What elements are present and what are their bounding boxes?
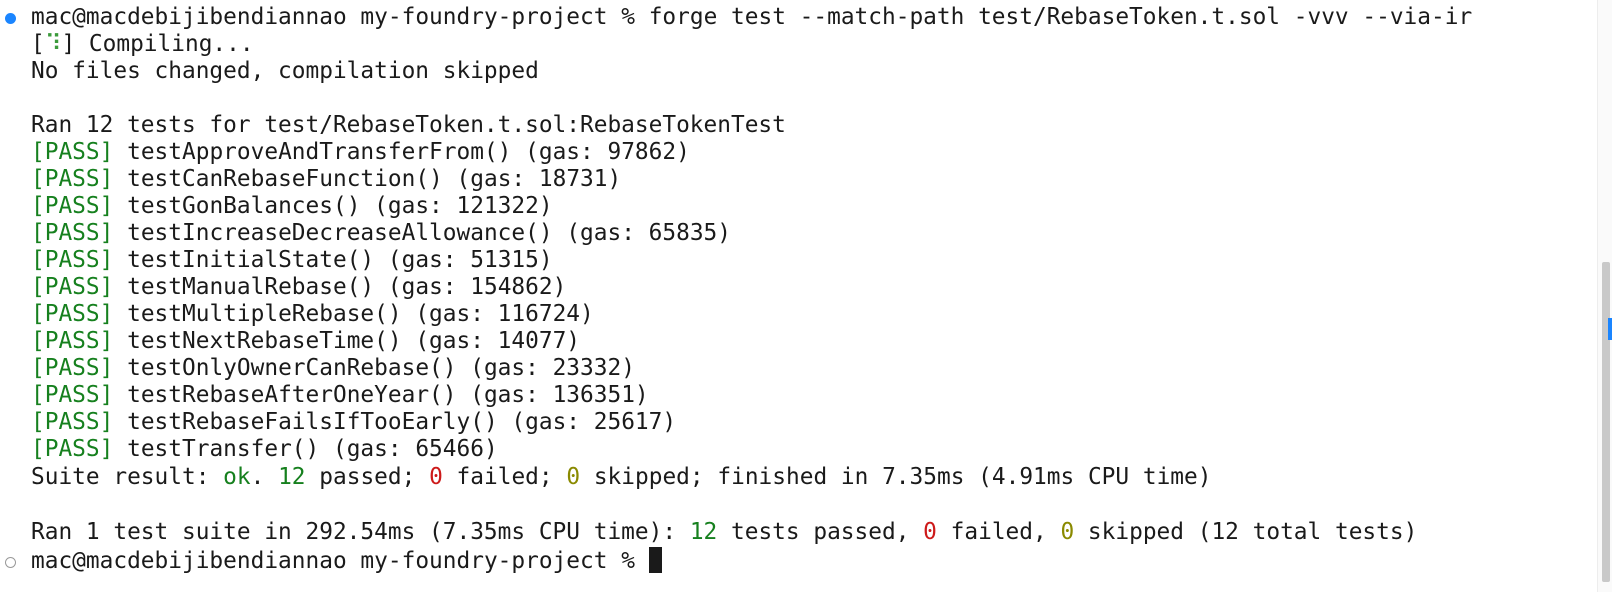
- suite-failed-count: 0: [429, 464, 443, 490]
- compiling-line: [⠹] Compiling...: [31, 31, 254, 57]
- prompt-directory: my-foundry-project: [360, 548, 608, 574]
- summary-skipped-label: skipped (12 total tests): [1087, 519, 1418, 545]
- test-status: [PASS]: [31, 166, 114, 192]
- test-gas: (gas: 65835): [566, 220, 732, 246]
- test-gas: (gas: 65466): [332, 436, 498, 462]
- suite-result-ok: ok: [223, 464, 251, 490]
- suite-passed-count: 12: [278, 464, 306, 490]
- test-name: testTransfer(): [127, 436, 320, 462]
- prompt-symbol: %: [621, 4, 635, 30]
- suite-failed-label: failed;: [456, 464, 553, 490]
- test-name: testOnlyOwnerCanRebase(): [127, 355, 457, 381]
- test-status: [PASS]: [31, 274, 114, 300]
- test-result-line: [PASS] testRebaseFailsIfTooEarly() (gas:…: [31, 409, 676, 436]
- test-gas: (gas: 121322): [374, 193, 553, 219]
- test-result-line: [PASS] testCanRebaseFunction() (gas: 187…: [31, 166, 621, 193]
- scrollbar-thumb[interactable]: [1602, 262, 1610, 582]
- test-result-line: [PASS] testInitialState() (gas: 51315): [31, 247, 553, 274]
- summary-line: Ran 1 test suite in 292.54ms (7.35ms CPU…: [31, 519, 1417, 546]
- test-gas: (gas: 116724): [415, 301, 594, 327]
- prompt-directory: my-foundry-project: [360, 4, 608, 30]
- test-name: testNextRebaseTime(): [127, 328, 402, 354]
- test-name: testManualRebase(): [127, 274, 375, 300]
- suite-result-line: Suite result: ok. 12 passed; 0 failed; 0…: [31, 464, 1212, 490]
- summary-failed-count: 0: [923, 519, 937, 545]
- test-result-line: [PASS] testMultipleRebase() (gas: 116724…: [31, 301, 594, 328]
- test-gas: (gas: 97862): [525, 139, 690, 165]
- test-status: [PASS]: [31, 301, 114, 327]
- summary-failed-label: failed,: [950, 519, 1047, 545]
- suite-timing: finished in 7.35ms (4.91ms CPU time): [717, 464, 1212, 490]
- prompt-user-host: mac@macdebijibendiannao: [31, 4, 347, 30]
- terminal-output[interactable]: mac@macdebijibendiannao my-foundry-proje…: [0, 0, 1598, 592]
- test-result-line: [PASS] testTransfer() (gas: 65466): [31, 436, 498, 463]
- test-result-line: [PASS] testOnlyOwnerCanRebase() (gas: 23…: [31, 355, 635, 382]
- active-prompt-line[interactable]: mac@macdebijibendiannao my-foundry-proje…: [31, 547, 662, 574]
- spinner-icon: ⠹: [44, 31, 62, 57]
- test-status: [PASS]: [31, 139, 114, 165]
- test-result-line: [PASS] testManualRebase() (gas: 154862): [31, 274, 566, 301]
- test-gas: (gas: 18731): [456, 166, 622, 192]
- suite-passed-label: passed;: [319, 464, 416, 490]
- test-name: testApproveAndTransferFrom(): [127, 139, 512, 165]
- test-status: [PASS]: [31, 328, 114, 354]
- test-name: testRebaseFailsIfTooEarly(): [127, 409, 498, 435]
- test-gas: (gas: 14077): [415, 328, 581, 354]
- suite-skipped-count: 0: [566, 464, 581, 490]
- test-status: [PASS]: [31, 247, 114, 273]
- test-status: [PASS]: [31, 409, 114, 435]
- suite-header: Ran 12 tests for test/RebaseToken.t.sol:…: [31, 112, 786, 138]
- prompt-symbol: %: [621, 548, 635, 574]
- test-gas: (gas: 136351): [470, 382, 649, 408]
- test-name: testInitialState(): [127, 247, 375, 273]
- test-gas: (gas: 51315): [387, 247, 553, 273]
- test-name: testMultipleRebase(): [127, 301, 402, 327]
- test-result-line: [PASS] testGonBalances() (gas: 121322): [31, 193, 553, 220]
- text-cursor[interactable]: [648, 547, 662, 573]
- test-name: testIncreaseDecreaseAllowance(): [127, 220, 553, 246]
- vertical-scrollbar[interactable]: [1597, 0, 1612, 592]
- test-name: testGonBalances(): [127, 193, 361, 219]
- terminal-window[interactable]: mac@macdebijibendiannao my-foundry-proje…: [0, 0, 1612, 592]
- test-result-line: [PASS] testRebaseAfterOneYear() (gas: 13…: [31, 382, 649, 409]
- test-status: [PASS]: [31, 436, 114, 462]
- compile-result-line: No files changed, compilation skipped: [31, 58, 539, 84]
- test-result-line: [PASS] testNextRebaseTime() (gas: 14077): [31, 328, 580, 355]
- test-status: [PASS]: [31, 193, 114, 219]
- summary-skipped-count: 0: [1060, 519, 1075, 545]
- summary-passed-count: 12: [689, 519, 718, 545]
- test-result-line: [PASS] testIncreaseDecreaseAllowance() (…: [31, 220, 731, 247]
- test-name: testRebaseAfterOneYear(): [127, 382, 457, 408]
- test-result-line: [PASS] testApproveAndTransferFrom() (gas…: [31, 139, 690, 166]
- test-status: [PASS]: [31, 355, 114, 381]
- compiling-status: Compiling...: [88, 31, 254, 57]
- suite-result-prefix: Suite result:: [31, 464, 210, 490]
- command-line: mac@macdebijibendiannao my-foundry-proje…: [31, 4, 1472, 31]
- test-status: [PASS]: [31, 382, 114, 408]
- prompt-status-marker[interactable]: [5, 557, 16, 568]
- test-status: [PASS]: [31, 220, 114, 246]
- test-gas: (gas: 23332): [470, 355, 635, 381]
- summary-passed-label: tests passed,: [731, 519, 910, 545]
- scroll-position-marker: [1608, 318, 1612, 340]
- test-name: testCanRebaseFunction(): [127, 166, 443, 192]
- command-status-marker[interactable]: [5, 13, 16, 24]
- suite-skipped-label: skipped;: [593, 464, 704, 490]
- test-gas: (gas: 25617): [511, 409, 677, 435]
- command-text: forge test --match-path test/RebaseToken…: [648, 4, 1473, 30]
- test-gas: (gas: 154862): [387, 274, 567, 300]
- prompt-user-host: mac@macdebijibendiannao: [31, 548, 347, 574]
- summary-prefix: Ran 1 test suite in 292.54ms (7.35ms CPU…: [31, 519, 677, 545]
